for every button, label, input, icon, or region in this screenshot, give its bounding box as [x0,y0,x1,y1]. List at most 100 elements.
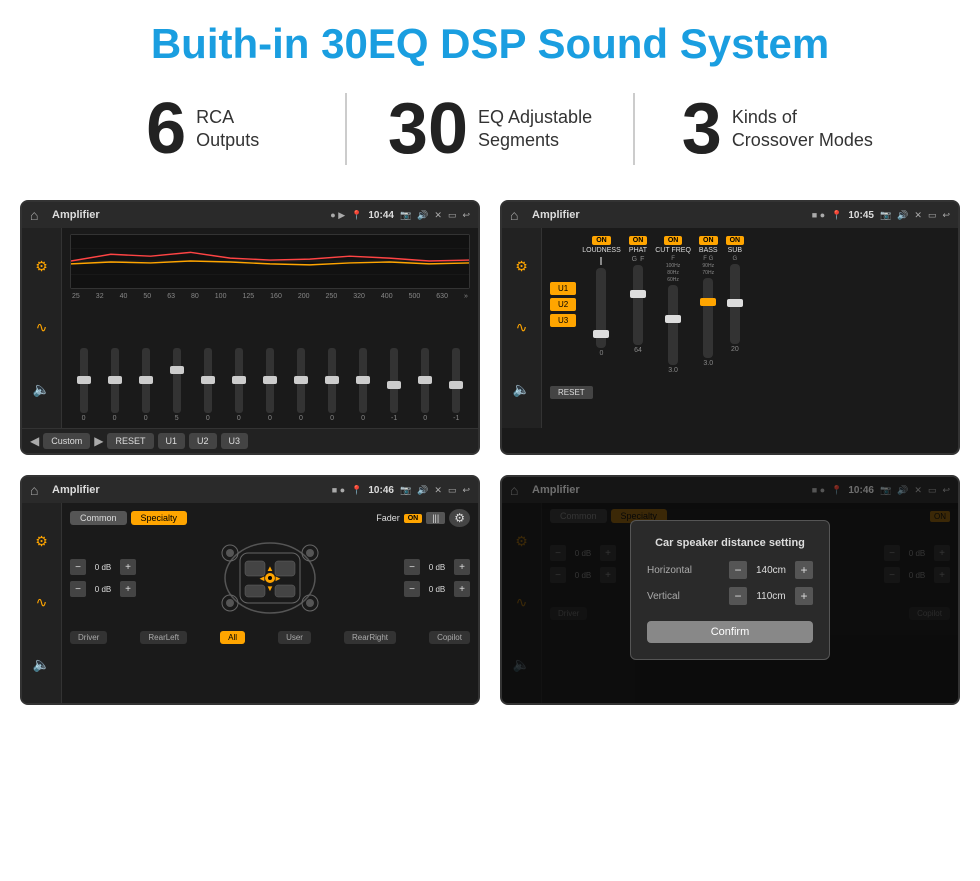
screen3-time: 10:46 [368,485,394,496]
camera2-icon: 📷 [880,210,891,221]
screen2-title: Amplifier [532,209,806,221]
all-btn[interactable]: All [220,631,245,644]
bass-slider[interactable] [703,278,713,358]
phat-label: PHAT [629,247,647,254]
screen1-time: 10:44 [368,210,394,221]
fader-slider-indicator: ||| [426,512,445,524]
stat-crossover: 3 Kinds of Crossover Modes [635,93,920,165]
settings-icon[interactable]: ⚙ [449,509,470,527]
screen1-title: Amplifier [52,209,324,221]
close2-icon: ✕ [914,210,922,221]
dots2-icon: ■ ● [812,210,825,220]
stat-crossover-label: Kinds of Crossover Modes [732,106,873,153]
svg-text:▲: ▲ [266,564,274,573]
phat-slider[interactable] [633,265,643,345]
screen2-card: ⌂ Amplifier ■ ● 📍 10:45 📷 🔊 ✕ ▭ ↩ ⚙ ∿ 🔈 … [500,200,960,455]
location2-icon: 📍 [831,210,842,221]
eq-slider-3: 0 [142,348,150,422]
loudness-slider[interactable] [596,268,606,348]
confirm-button[interactable]: Confirm [647,621,813,643]
page-title: Buith-in 30EQ DSP Sound System [0,0,980,83]
u3-preset-btn[interactable]: U3 [550,314,576,327]
eq-reset-btn[interactable]: RESET [107,433,153,449]
fader-plus2[interactable]: + [120,581,136,597]
eq-bottom-bar: ◀ Custom ▶ RESET U1 U2 U3 [22,428,478,453]
dots3-icon: ■ ● [332,485,345,495]
phat-gf: GF [632,256,645,263]
screens-grid: ⌂ Amplifier ● ▶ 📍 10:44 📷 🔊 ✕ ▭ ↩ ⚙ ∿ 🔈 [0,190,980,725]
horizontal-value-row: − 140cm + [729,561,813,579]
amp2-reset-btn[interactable]: RESET [550,386,593,399]
rearleft-btn[interactable]: RearLeft [140,631,187,644]
fader-minus2[interactable]: − [70,581,86,597]
screen2-status-bar: ⌂ Amplifier ■ ● 📍 10:45 📷 🔊 ✕ ▭ ↩ [502,202,958,228]
sub-on: ON [726,236,745,245]
horizontal-plus-btn[interactable]: + [795,561,813,579]
screen2-body: ⚙ ∿ 🔈 U1 U2 U3 ON [502,228,958,428]
vertical-label: Vertical [647,591,680,602]
location-icon: 📍 [351,210,362,221]
user-btn[interactable]: User [278,631,311,644]
wave3-icon[interactable]: ∿ [36,594,48,611]
vertical-minus-btn[interactable]: − [729,587,747,605]
fader-minus1[interactable]: − [70,559,86,575]
fader-area: − 0 dB + − 0 dB + [70,533,470,623]
fader-val4: 0 dB [423,585,451,594]
eq-freq-labels: 2532405063 80100125160200 25032040050063… [70,293,470,300]
copilot-btn[interactable]: Copilot [429,631,470,644]
speaker3-icon[interactable]: 🔈 [33,656,50,673]
eq-slider-5: 0 [204,348,212,422]
fader-val2: 0 dB [89,585,117,594]
bass-label: BASS [699,247,718,254]
fader-val3: 0 dB [423,563,451,572]
vertical-plus-btn[interactable]: + [795,587,813,605]
eq2-icon[interactable]: ⚙ [515,258,528,275]
wave-icon[interactable]: ∿ [36,319,48,336]
eq-icon[interactable]: ⚙ [35,258,48,275]
rearright-btn[interactable]: RearRight [344,631,396,644]
fader-plus4[interactable]: + [454,581,470,597]
u1-preset-btn[interactable]: U1 [550,282,576,295]
cutfreq-slider[interactable] [668,285,678,365]
fader-minus3[interactable]: − [404,559,420,575]
eq-u2-btn[interactable]: U2 [189,433,217,449]
home-icon2[interactable]: ⌂ [510,207,526,223]
eq-u3-btn[interactable]: U3 [221,433,249,449]
fader-plus1[interactable]: + [120,559,136,575]
volume3-icon: 🔊 [417,485,428,496]
horizontal-minus-btn[interactable]: − [729,561,747,579]
specialty-tab[interactable]: Specialty [131,511,188,525]
speaker-icon[interactable]: 🔈 [33,381,50,398]
eq-slider-10: 0 [359,348,367,422]
u2-preset-btn[interactable]: U2 [550,298,576,311]
zone-buttons-row: Driver RearLeft All User RearRight Copil… [70,631,470,644]
sub-slider[interactable] [730,264,740,344]
svg-text:◄: ◄ [258,574,266,583]
speaker2-icon[interactable]: 🔈 [513,381,530,398]
eq3-icon[interactable]: ⚙ [35,533,48,550]
wave2-icon[interactable]: ∿ [516,319,528,336]
eq-custom-btn[interactable]: Custom [43,433,90,449]
screen3-body: ⚙ ∿ 🔈 Common Specialty Fader ON ||| ⚙ [22,503,478,703]
eq-play-btn[interactable]: ▶ [94,434,103,448]
screen2-time: 10:45 [848,210,874,221]
eq-sidebar: ⚙ ∿ 🔈 [22,228,62,428]
common-tab[interactable]: Common [70,511,127,525]
driver-btn[interactable]: Driver [70,631,107,644]
fader-plus3[interactable]: + [454,559,470,575]
eq-u1-btn[interactable]: U1 [158,433,186,449]
volume2-icon: 🔊 [897,210,908,221]
fader-right-col: − 0 dB + − 0 dB + [404,559,470,597]
home-icon[interactable]: ⌂ [30,207,46,223]
stat-rca-label: RCA Outputs [196,106,259,153]
dialog-overlay: Car speaker distance setting Horizontal … [502,477,958,703]
back2-icon: ↩ [942,210,950,221]
eq-slider-4: 5 [173,348,181,422]
eq-prev-btn[interactable]: ◀ [30,434,39,448]
fader-row3: − 0 dB + [404,559,470,575]
home-icon3[interactable]: ⌂ [30,482,46,498]
amp2-sidebar: ⚙ ∿ 🔈 [502,228,542,428]
fader-minus4[interactable]: − [404,581,420,597]
screen4-card: ⌂ Amplifier ■ ● 📍 10:46 📷 🔊 ✕ ▭ ↩ ⚙ ∿ 🔈 … [500,475,960,705]
stat-eq-number: 30 [388,93,468,165]
